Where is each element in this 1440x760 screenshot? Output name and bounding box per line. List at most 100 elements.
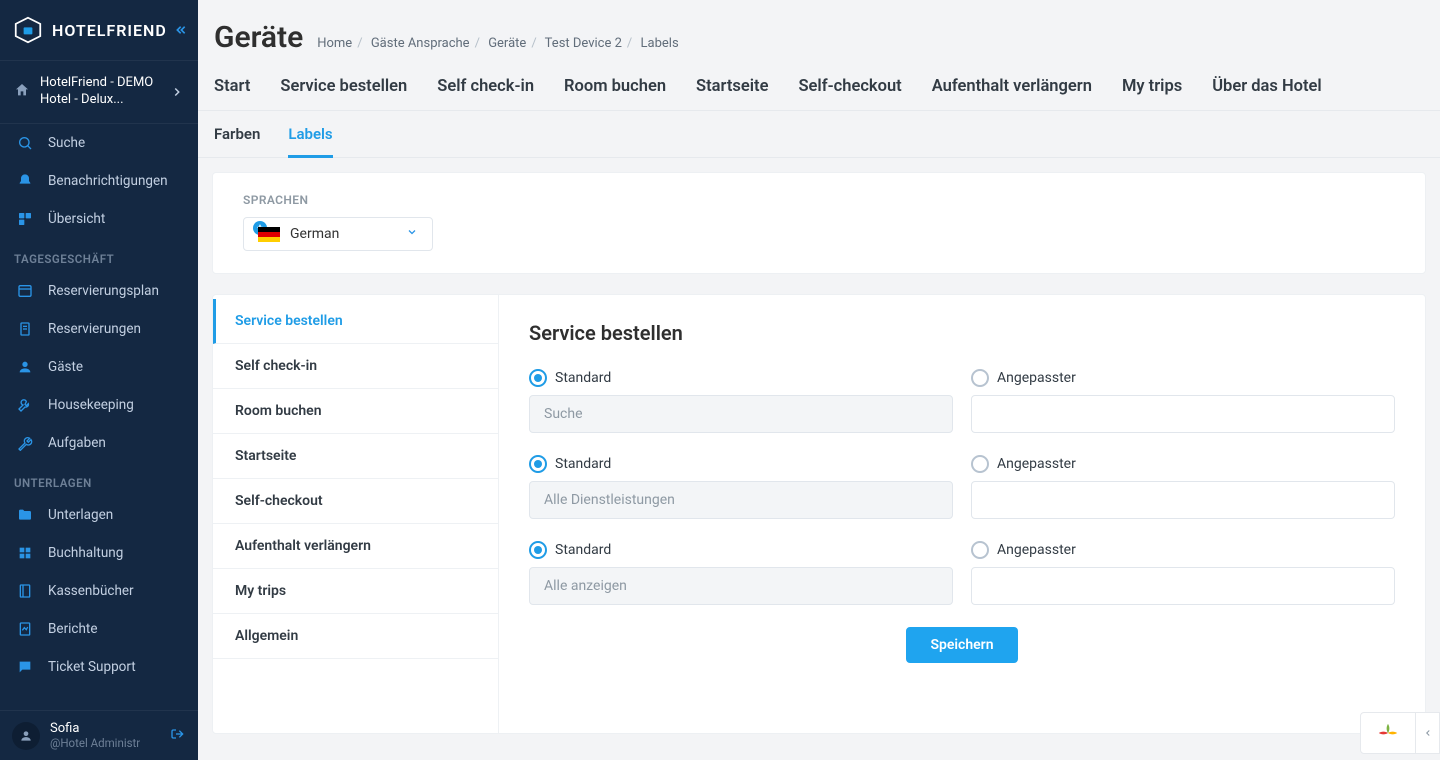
hotel-switcher[interactable]: HotelFriend - DEMO Hotel - Delux... [0,60,198,124]
chevron-right-icon [170,85,184,99]
help-widget-icon[interactable] [1361,713,1415,753]
sidebar-item-reports[interactable]: Berichte [0,610,198,648]
radio-custom[interactable] [971,369,989,387]
sidebar-item-documents[interactable]: Unterlagen [0,496,198,534]
radio-custom[interactable] [971,541,989,559]
radio-standard-label: Standard [555,456,611,472]
help-widget-collapse[interactable] [1415,713,1439,753]
sidebar-item-support[interactable]: Ticket Support [0,648,198,686]
section-item[interactable]: Aufenthalt verlängern [213,524,498,569]
section-item[interactable]: Allgemein [213,614,498,659]
section-item[interactable]: Room buchen [213,389,498,434]
tab-service-bestellen[interactable]: Service bestellen [280,77,407,110]
bell-icon [16,172,34,190]
language-value: German [290,226,339,242]
tab-self-checkout[interactable]: Self-checkout [798,77,901,110]
crumb-current: Labels [641,36,679,51]
standard-value-field [529,567,953,605]
main: Geräte Home/ Gäste Ansprache/ Geräte/ Te… [198,0,1440,760]
tab-self-check-in[interactable]: Self check-in [437,77,534,110]
radio-standard[interactable] [529,455,547,473]
section-list: Service bestellenSelf check-inRoom buche… [213,295,499,733]
crumb-devices[interactable]: Geräte [488,36,526,51]
page-title: Geräte [214,20,303,55]
sidebar-item-cashbooks[interactable]: Kassenbücher [0,572,198,610]
book-icon [16,582,34,600]
sidebar-item-label: Benachrichtigungen [48,173,168,189]
section-item[interactable]: My trips [213,569,498,614]
tab-startseite[interactable]: Startseite [696,77,768,110]
sidebar-item-reservation-plan[interactable]: Reservierungsplan [0,272,198,310]
sidebar-item-accounting[interactable]: Buchhaltung [0,534,198,572]
crumb-test-device[interactable]: Test Device 2 [545,36,622,51]
sidebar-item-search[interactable]: Suche [0,124,198,162]
sidebar-item-housekeeping[interactable]: Housekeeping [0,386,198,424]
custom-value-field[interactable] [971,395,1395,433]
header: Geräte Home/ Gäste Ansprache/ Geräte/ Te… [198,0,1440,59]
sidebar-item-label: Reservierungen [48,321,141,337]
tab-über-das-hotel[interactable]: Über das Hotel [1212,77,1322,110]
custom-value-field[interactable] [971,567,1395,605]
section-item[interactable]: Startseite [213,434,498,479]
secondary-tabs: Farben Labels [198,111,1440,158]
tab-my-trips[interactable]: My trips [1122,77,1182,110]
sidebar-item-label: Unterlagen [48,507,113,523]
sidebar-item-tasks[interactable]: Aufgaben [0,424,198,462]
tab-start[interactable]: Start [214,77,250,110]
folder-icon [16,506,34,524]
language-panel: SPRACHEN + German [212,172,1426,274]
section-item[interactable]: Service bestellen [213,299,498,344]
avatar[interactable] [12,722,40,750]
person-icon [16,358,34,376]
radio-custom[interactable] [971,455,989,473]
help-widget [1360,712,1440,754]
hotel-switcher-label: HotelFriend - DEMO Hotel - Delux... [40,75,160,109]
sidebar-item-label: Übersicht [48,211,105,227]
section-item[interactable]: Self check-in [213,344,498,389]
home-icon [14,82,30,102]
nav: Suche Benachrichtigungen Übersicht TAGES… [0,124,198,710]
radio-custom-label: Angepasster [997,370,1076,386]
tools-icon [16,396,34,414]
primary-tabs: Start Service bestellen Self check-in Room … [198,59,1440,111]
radio-standard[interactable] [529,369,547,387]
radio-standard[interactable] [529,541,547,559]
sidebar-item-overview[interactable]: Übersicht [0,200,198,238]
report-icon [16,620,34,638]
crumb-guest-approach[interactable]: Gäste Ansprache [371,36,470,51]
sidebar-item-label: Buchhaltung [48,545,123,561]
sidebar-item-label: Housekeeping [48,397,134,413]
radio-custom-label: Angepasster [997,542,1076,558]
custom-value-field[interactable] [971,481,1395,519]
dashboard-icon [16,210,34,228]
language-select[interactable]: + German [243,217,433,251]
sidebar-group-documents: UNTERLAGEN [0,462,198,496]
subtab-farben[interactable]: Farben [214,125,260,157]
save-button[interactable]: Speichern [906,627,1017,663]
crumb-home[interactable]: Home [317,36,352,51]
tab-room-buchen[interactable]: Room buchen [564,77,666,110]
sidebar-item-notifications[interactable]: Benachrichtigungen [0,162,198,200]
user-role: @Hotel Administr [50,736,140,750]
radio-custom-label: Angepasster [997,456,1076,472]
ledger-icon [16,544,34,562]
user-row: Sofia @Hotel Administr [0,710,198,760]
section-item[interactable]: Self-checkout [213,479,498,524]
breadcrumb: Home/ Gäste Ansprache/ Geräte/ Test Devi… [317,36,678,51]
brand-row: HOTELFRIEND [0,0,198,60]
wrench-icon [16,434,34,452]
standard-value-field [529,395,953,433]
labels-editor: Service bestellenSelf check-inRoom buche… [212,294,1426,734]
search-icon [16,134,34,152]
section-body: Service bestellen StandardAngepassterSta… [499,295,1425,733]
sidebar-item-reservations[interactable]: Reservierungen [0,310,198,348]
sidebar-item-label: Suche [48,135,85,151]
sidebar-item-guests[interactable]: Gäste [0,348,198,386]
sidebar-group-daily: TAGESGESCHÄFT [0,238,198,272]
tab-aufenthalt-verlängern[interactable]: Aufenthalt verlängern [932,77,1092,110]
sidebar: HOTELFRIEND HotelFriend - DEMO Hotel - D… [0,0,198,760]
sidebar-collapse-icon[interactable] [172,22,188,42]
subtab-labels[interactable]: Labels [288,125,332,158]
brand-logo-icon [14,16,42,44]
logout-icon[interactable] [170,726,186,746]
